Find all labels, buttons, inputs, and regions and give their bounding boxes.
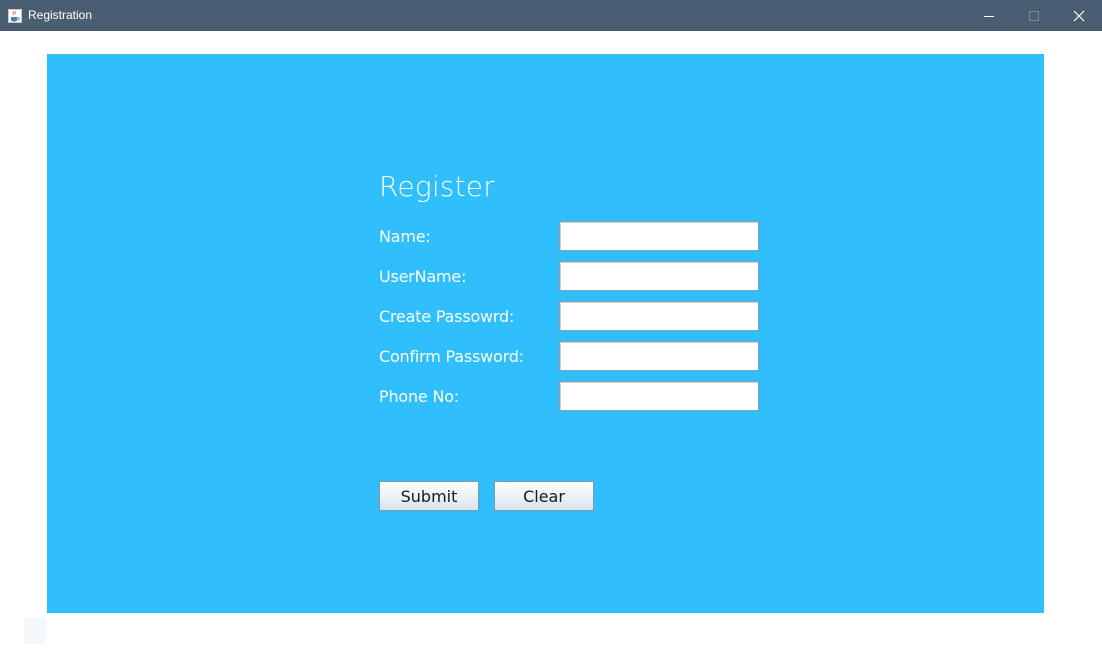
title-bar: Registration: [0, 0, 1102, 31]
minimize-icon: [984, 15, 994, 17]
username-label: UserName:: [379, 267, 467, 286]
confirm-password-label: Confirm Password:: [379, 347, 524, 366]
clear-button[interactable]: Clear: [494, 481, 594, 511]
window-title: Registration: [28, 8, 93, 22]
maximize-button[interactable]: [1011, 0, 1057, 31]
confirm-password-input[interactable]: [559, 341, 759, 371]
phone-input[interactable]: [559, 381, 759, 411]
create-password-input[interactable]: [559, 301, 759, 331]
phone-label: Phone No:: [379, 387, 459, 406]
submit-button[interactable]: Submit: [379, 481, 479, 511]
close-icon: [1073, 10, 1085, 21]
close-button[interactable]: [1056, 0, 1102, 31]
name-input[interactable]: [559, 221, 759, 251]
minimize-button[interactable]: [966, 0, 1012, 31]
form-heading: Register: [379, 170, 495, 203]
username-input[interactable]: [559, 261, 759, 291]
maximize-icon: [1029, 10, 1039, 21]
registration-panel: [47, 54, 1044, 613]
create-password-label: Create Passowrd:: [379, 307, 515, 326]
java-cup-icon: [8, 8, 22, 23]
window-corner: [24, 618, 46, 644]
name-label: Name:: [379, 227, 431, 246]
